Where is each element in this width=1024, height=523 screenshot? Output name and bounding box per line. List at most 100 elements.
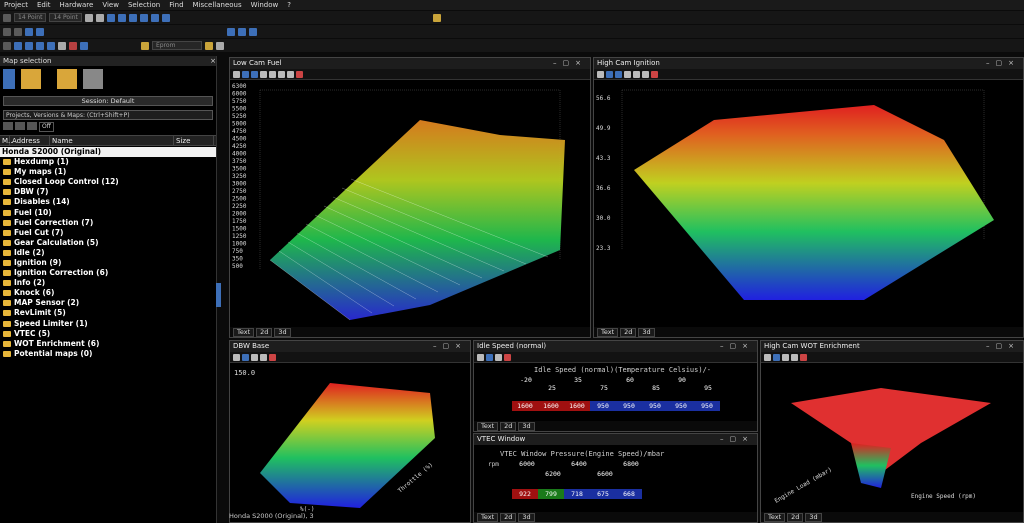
filter-icon[interactable] — [161, 13, 170, 22]
idle-cell[interactable]: 950 — [590, 401, 616, 411]
last-icon[interactable] — [47, 41, 55, 50]
first-icon[interactable] — [36, 41, 44, 50]
tool-icon[interactable] — [651, 70, 658, 78]
italic-icon[interactable] — [95, 13, 104, 22]
tool-icon[interactable] — [495, 353, 502, 361]
tree-folder[interactable]: Fuel Cut (7) — [0, 228, 216, 238]
tool-icon[interactable] — [633, 70, 640, 78]
tool-e-icon[interactable] — [227, 27, 235, 36]
dbw-base-3d-plot[interactable]: 150.0 Throttle (%) %(-) — [230, 363, 470, 513]
tool-icon[interactable] — [782, 353, 789, 361]
window-controls[interactable]: –▢× — [720, 434, 757, 445]
tree-folder[interactable]: Potential maps (0) — [0, 349, 216, 359]
checksum-icon[interactable] — [205, 41, 213, 50]
menu-item[interactable]: Window — [251, 1, 279, 9]
view-tab[interactable]: 3d — [805, 512, 822, 522]
view-tab[interactable]: Text — [233, 327, 255, 337]
nav-icon[interactable] — [80, 41, 88, 50]
export-icon[interactable] — [83, 69, 103, 89]
view-tab[interactable]: 3d — [518, 421, 535, 431]
low-cam-fuel-3d-plot[interactable]: 6300600057505500525050004750450042504000… — [230, 80, 590, 327]
tree-folder[interactable]: Fuel (10) — [0, 207, 216, 217]
tree-folder[interactable]: Speed Limiter (1) — [0, 319, 216, 329]
vtec-cell[interactable]: 668 — [616, 489, 642, 499]
tree-folder[interactable]: MAP Sensor (2) — [0, 298, 216, 308]
sort-icon[interactable] — [150, 13, 159, 22]
tool-icon[interactable] — [642, 70, 649, 78]
vtec-cell[interactable]: 922 — [512, 489, 538, 499]
prev-icon[interactable] — [14, 41, 22, 50]
filter-a-icon[interactable] — [3, 122, 13, 130]
tree-folder[interactable]: Ignition (9) — [0, 258, 216, 268]
tree-folder[interactable]: Hexdump (1) — [0, 157, 216, 167]
tool-d-icon[interactable] — [36, 27, 44, 36]
view-tab[interactable]: 2d — [500, 421, 517, 431]
tool-icon[interactable] — [260, 353, 267, 361]
view-tab[interactable]: 2d — [500, 512, 517, 522]
bold-icon[interactable] — [84, 13, 93, 22]
font-select-1[interactable]: 14 Point — [14, 13, 47, 22]
idle-cell[interactable]: 1600 — [564, 401, 590, 411]
tool-b-icon[interactable] — [14, 27, 22, 36]
view-tab[interactable]: Text — [477, 512, 499, 522]
view-tab[interactable]: 2d — [256, 327, 273, 337]
col-address[interactable]: Address — [10, 136, 50, 145]
tree-folder[interactable]: Idle (2) — [0, 248, 216, 258]
window-controls[interactable]: –▢× — [986, 341, 1023, 352]
vtec-cell[interactable]: 675 — [590, 489, 616, 499]
tool-icon[interactable] — [773, 353, 780, 361]
import-icon[interactable] — [57, 69, 77, 89]
tool-icon[interactable] — [296, 70, 303, 78]
tool-icon[interactable] — [269, 70, 276, 78]
next-icon[interactable] — [25, 41, 33, 50]
font-size-icon[interactable] — [3, 13, 11, 22]
view-tab[interactable]: Text — [597, 327, 619, 337]
view-tab[interactable]: 3d — [274, 327, 291, 337]
tree-folder[interactable]: WOT Enrichment (6) — [0, 339, 216, 349]
info-icon[interactable] — [216, 41, 224, 50]
tool-icon[interactable] — [477, 353, 484, 361]
tool-icon[interactable] — [624, 70, 631, 78]
menu-item[interactable]: Selection — [128, 1, 160, 9]
tool-icon[interactable] — [242, 353, 249, 361]
menu-item[interactable]: Find — [169, 1, 183, 9]
tool-icon[interactable] — [260, 70, 267, 78]
window-controls[interactable]: –▢× — [986, 58, 1023, 69]
tool-icon[interactable] — [800, 353, 807, 361]
tool-icon[interactable] — [233, 353, 240, 361]
tool-c-icon[interactable] — [25, 27, 33, 36]
open-folder-icon[interactable] — [21, 69, 41, 89]
tool-icon[interactable] — [606, 70, 613, 78]
idle-cell[interactable]: 950 — [668, 401, 694, 411]
menu-item[interactable]: View — [102, 1, 119, 9]
arrow-left-icon[interactable] — [238, 27, 246, 36]
tree-folder[interactable]: DBW (7) — [0, 187, 216, 197]
menu-item[interactable]: Miscellaneous — [193, 1, 242, 9]
eprom-icon[interactable] — [141, 41, 149, 50]
view-tab[interactable]: 3d — [638, 327, 655, 337]
menu-item[interactable]: Hardware — [60, 1, 94, 9]
view-tab[interactable]: Text — [764, 512, 786, 522]
table-icon[interactable] — [128, 13, 137, 22]
tree-folder[interactable]: VTEC (5) — [0, 329, 216, 339]
tool-icon[interactable] — [242, 70, 249, 78]
new-project-icon[interactable] — [3, 69, 15, 89]
tool-a-icon[interactable] — [3, 27, 11, 36]
tool-icon[interactable] — [791, 353, 798, 361]
projects-dropdown[interactable]: Projects, Versions & Maps: (Ctrl+Shift+P… — [3, 110, 213, 120]
tool-icon[interactable] — [615, 70, 622, 78]
close-icon[interactable]: × — [210, 56, 216, 66]
tool-icon[interactable] — [764, 353, 771, 361]
vtec-cell[interactable]: 718 — [564, 489, 590, 499]
tool-icon[interactable] — [251, 70, 258, 78]
tree-folder[interactable]: Knock (6) — [0, 288, 216, 298]
grid-icon[interactable] — [117, 13, 126, 22]
vtec-cell[interactable]: 799 — [538, 489, 564, 499]
eprom-select[interactable]: Eprom — [152, 41, 202, 50]
font-select-2[interactable]: 14 Point — [49, 13, 82, 22]
window-controls[interactable]: –▢× — [720, 341, 757, 352]
col-name[interactable]: Name — [50, 136, 174, 145]
tool-icon[interactable] — [504, 353, 511, 361]
window-controls[interactable]: –▢× — [553, 58, 590, 69]
idle-cell[interactable]: 950 — [642, 401, 668, 411]
